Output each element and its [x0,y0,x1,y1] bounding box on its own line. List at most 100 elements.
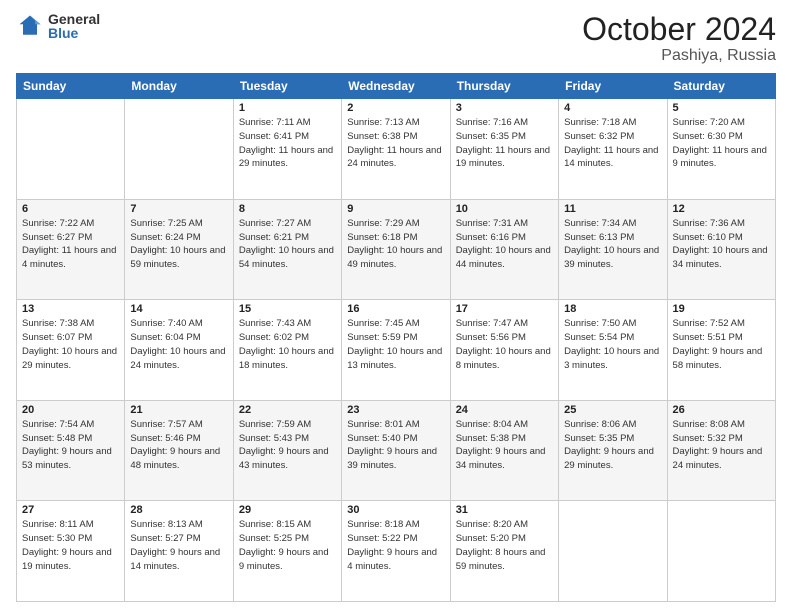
week-row-3: 20Sunrise: 7:54 AM Sunset: 5:48 PM Dayli… [17,400,776,501]
cell-0-0 [17,99,125,200]
cell-0-5: 4Sunrise: 7:18 AM Sunset: 6:32 PM Daylig… [559,99,667,200]
day-info-4-2: Sunrise: 8:15 AM Sunset: 5:25 PM Dayligh… [239,518,336,573]
cell-0-4: 3 Sunrise: 7:16 AM Sunset: 6:35 PM Daylig… [450,99,558,200]
header-row: Sunday Monday Tuesday Wednesday Thursday… [17,74,776,99]
calendar-table: Sunday Monday Tuesday Wednesday Thursday… [16,73,776,602]
day-number-1-3: 9 [347,203,444,215]
cell-0-6: 5Sunrise: 7:20 AM Sunset: 6:30 PM Daylig… [667,99,775,200]
week-row-4: 27 Sunrise: 8:11 AM Sunset: 5:30 PM Dayli… [17,501,776,602]
day-number-3-4: 24 [456,404,553,416]
cell-2-5: 18 Sunrise: 7:50 AM Sunset: 5:54 PM Dayli… [559,300,667,401]
day-number-1-4: 10 [456,203,553,215]
cell-3-5: 25 Sunrise: 8:06 AM Sunset: 5:35 PM Dayli… [559,400,667,501]
day-number-1-1: 7 [130,203,227,215]
day-number-2-2: 15 [239,303,336,315]
day-number-0-4: 3 [456,102,553,114]
day-number-2-5: 18 [564,303,661,315]
day-info-0-2: Sunrise: 7:11 AM Sunset: 6:41 PM Dayligh… [239,116,336,171]
cell-3-6: 26 Sunrise: 8:08 AM Sunset: 5:32 PM Dayli… [667,400,775,501]
day-info-1-5: Sunrise: 7:34 AM Sunset: 6:13 PM Dayligh… [564,217,661,272]
cell-2-1: 14Sunrise: 7:40 AM Sunset: 6:04 PM Dayli… [125,300,233,401]
day-info-3-6: Sunrise: 8:08 AM Sunset: 5:32 PM Dayligh… [673,418,770,473]
day-number-4-2: 29 [239,504,336,516]
col-thursday: Thursday [450,74,558,99]
cell-2-0: 13 Sunrise: 7:38 AM Sunset: 6:07 PM Dayli… [17,300,125,401]
day-info-2-3: Sunrise: 7:45 AM Sunset: 5:59 PM Dayligh… [347,317,444,372]
cell-1-4: 10 Sunrise: 7:31 AM Sunset: 6:16 PM Dayli… [450,199,558,300]
day-info-1-4: Sunrise: 7:31 AM Sunset: 6:16 PM Dayligh… [456,217,553,272]
day-info-1-6: Sunrise: 7:36 AM Sunset: 6:10 PM Dayligh… [673,217,770,272]
day-info-2-0: Sunrise: 7:38 AM Sunset: 6:07 PM Dayligh… [22,317,119,372]
day-info-1-0: Sunrise: 7:22 AM Sunset: 6:27 PM Dayligh… [22,217,119,272]
cell-2-4: 17Sunrise: 7:47 AM Sunset: 5:56 PM Dayli… [450,300,558,401]
col-wednesday: Wednesday [342,74,450,99]
cell-1-6: 12 Sunrise: 7:36 AM Sunset: 6:10 PM Dayli… [667,199,775,300]
day-info-4-0: Sunrise: 8:11 AM Sunset: 5:30 PM Dayligh… [22,518,119,573]
day-number-3-3: 23 [347,404,444,416]
day-number-3-2: 22 [239,404,336,416]
day-number-2-3: 16 [347,303,444,315]
cell-3-2: 22 Sunrise: 7:59 AM Sunset: 5:43 PM Dayli… [233,400,341,501]
day-info-2-5: Sunrise: 7:50 AM Sunset: 5:54 PM Dayligh… [564,317,661,372]
cell-4-0: 27 Sunrise: 8:11 AM Sunset: 5:30 PM Dayli… [17,501,125,602]
day-number-3-5: 25 [564,404,661,416]
day-number-2-0: 13 [22,303,119,315]
day-info-4-3: Sunrise: 8:18 AM Sunset: 5:22 PM Dayligh… [347,518,444,573]
cell-2-2: 15 Sunrise: 7:43 AM Sunset: 6:02 PM Dayli… [233,300,341,401]
page: General Blue October 2024 Pashiya, Russi… [0,0,792,612]
day-info-3-4: Sunrise: 8:04 AM Sunset: 5:38 PM Dayligh… [456,418,553,473]
day-info-0-4: Sunrise: 7:16 AM Sunset: 6:35 PM Dayligh… [456,116,553,171]
cell-1-0: 6 Sunrise: 7:22 AM Sunset: 6:27 PM Daylig… [17,199,125,300]
col-tuesday: Tuesday [233,74,341,99]
week-row-2: 13 Sunrise: 7:38 AM Sunset: 6:07 PM Dayli… [17,300,776,401]
cell-2-3: 16 Sunrise: 7:45 AM Sunset: 5:59 PM Dayli… [342,300,450,401]
day-info-3-2: Sunrise: 7:59 AM Sunset: 5:43 PM Dayligh… [239,418,336,473]
logo-general-label: General [48,12,100,26]
calendar-title: October 2024 [582,12,776,47]
day-number-1-5: 11 [564,203,661,215]
day-number-0-6: 5 [673,102,770,114]
day-info-0-5: Sunrise: 7:18 AM Sunset: 6:32 PM Dayligh… [564,116,661,171]
day-info-0-3: Sunrise: 7:13 AM Sunset: 6:38 PM Dayligh… [347,116,444,171]
cell-4-2: 29 Sunrise: 8:15 AM Sunset: 5:25 PM Dayli… [233,501,341,602]
calendar-location: Pashiya, Russia [582,47,776,65]
day-number-1-2: 8 [239,203,336,215]
day-info-3-5: Sunrise: 8:06 AM Sunset: 5:35 PM Dayligh… [564,418,661,473]
cell-4-3: 30 Sunrise: 8:18 AM Sunset: 5:22 PM Dayli… [342,501,450,602]
cell-4-5 [559,501,667,602]
cell-1-2: 8 Sunrise: 7:27 AM Sunset: 6:21 PM Daylig… [233,199,341,300]
day-number-1-0: 6 [22,203,119,215]
day-number-2-1: 14 [130,303,227,315]
col-sunday: Sunday [17,74,125,99]
cell-3-1: 21 Sunrise: 7:57 AM Sunset: 5:46 PM Dayli… [125,400,233,501]
day-number-4-4: 31 [456,504,553,516]
day-info-2-6: Sunrise: 7:52 AM Sunset: 5:51 PM Dayligh… [673,317,770,372]
cell-3-4: 24 Sunrise: 8:04 AM Sunset: 5:38 PM Dayli… [450,400,558,501]
day-number-3-6: 26 [673,404,770,416]
day-number-4-1: 28 [130,504,227,516]
day-info-2-2: Sunrise: 7:43 AM Sunset: 6:02 PM Dayligh… [239,317,336,372]
cell-0-2: 1Sunrise: 7:11 AM Sunset: 6:41 PM Daylig… [233,99,341,200]
day-info-1-2: Sunrise: 7:27 AM Sunset: 6:21 PM Dayligh… [239,217,336,272]
cell-4-4: 31 Sunrise: 8:20 AM Sunset: 5:20 PM Dayli… [450,501,558,602]
day-info-1-1: Sunrise: 7:25 AM Sunset: 6:24 PM Dayligh… [130,217,227,272]
day-number-2-4: 17 [456,303,553,315]
day-number-2-6: 19 [673,303,770,315]
logo-text: General Blue [48,12,100,40]
day-info-3-1: Sunrise: 7:57 AM Sunset: 5:46 PM Dayligh… [130,418,227,473]
day-number-1-6: 12 [673,203,770,215]
week-row-0: 1Sunrise: 7:11 AM Sunset: 6:41 PM Daylig… [17,99,776,200]
calendar-body: 1Sunrise: 7:11 AM Sunset: 6:41 PM Daylig… [17,99,776,602]
col-monday: Monday [125,74,233,99]
logo-icon [16,12,44,40]
day-info-4-4: Sunrise: 8:20 AM Sunset: 5:20 PM Dayligh… [456,518,553,573]
calendar-header: Sunday Monday Tuesday Wednesday Thursday… [17,74,776,99]
day-number-3-0: 20 [22,404,119,416]
day-info-1-3: Sunrise: 7:29 AM Sunset: 6:18 PM Dayligh… [347,217,444,272]
day-number-3-1: 21 [130,404,227,416]
cell-1-1: 7 Sunrise: 7:25 AM Sunset: 6:24 PM Daylig… [125,199,233,300]
day-info-4-1: Sunrise: 8:13 AM Sunset: 5:27 PM Dayligh… [130,518,227,573]
day-number-4-3: 30 [347,504,444,516]
day-number-4-0: 27 [22,504,119,516]
cell-0-3: 2Sunrise: 7:13 AM Sunset: 6:38 PM Daylig… [342,99,450,200]
